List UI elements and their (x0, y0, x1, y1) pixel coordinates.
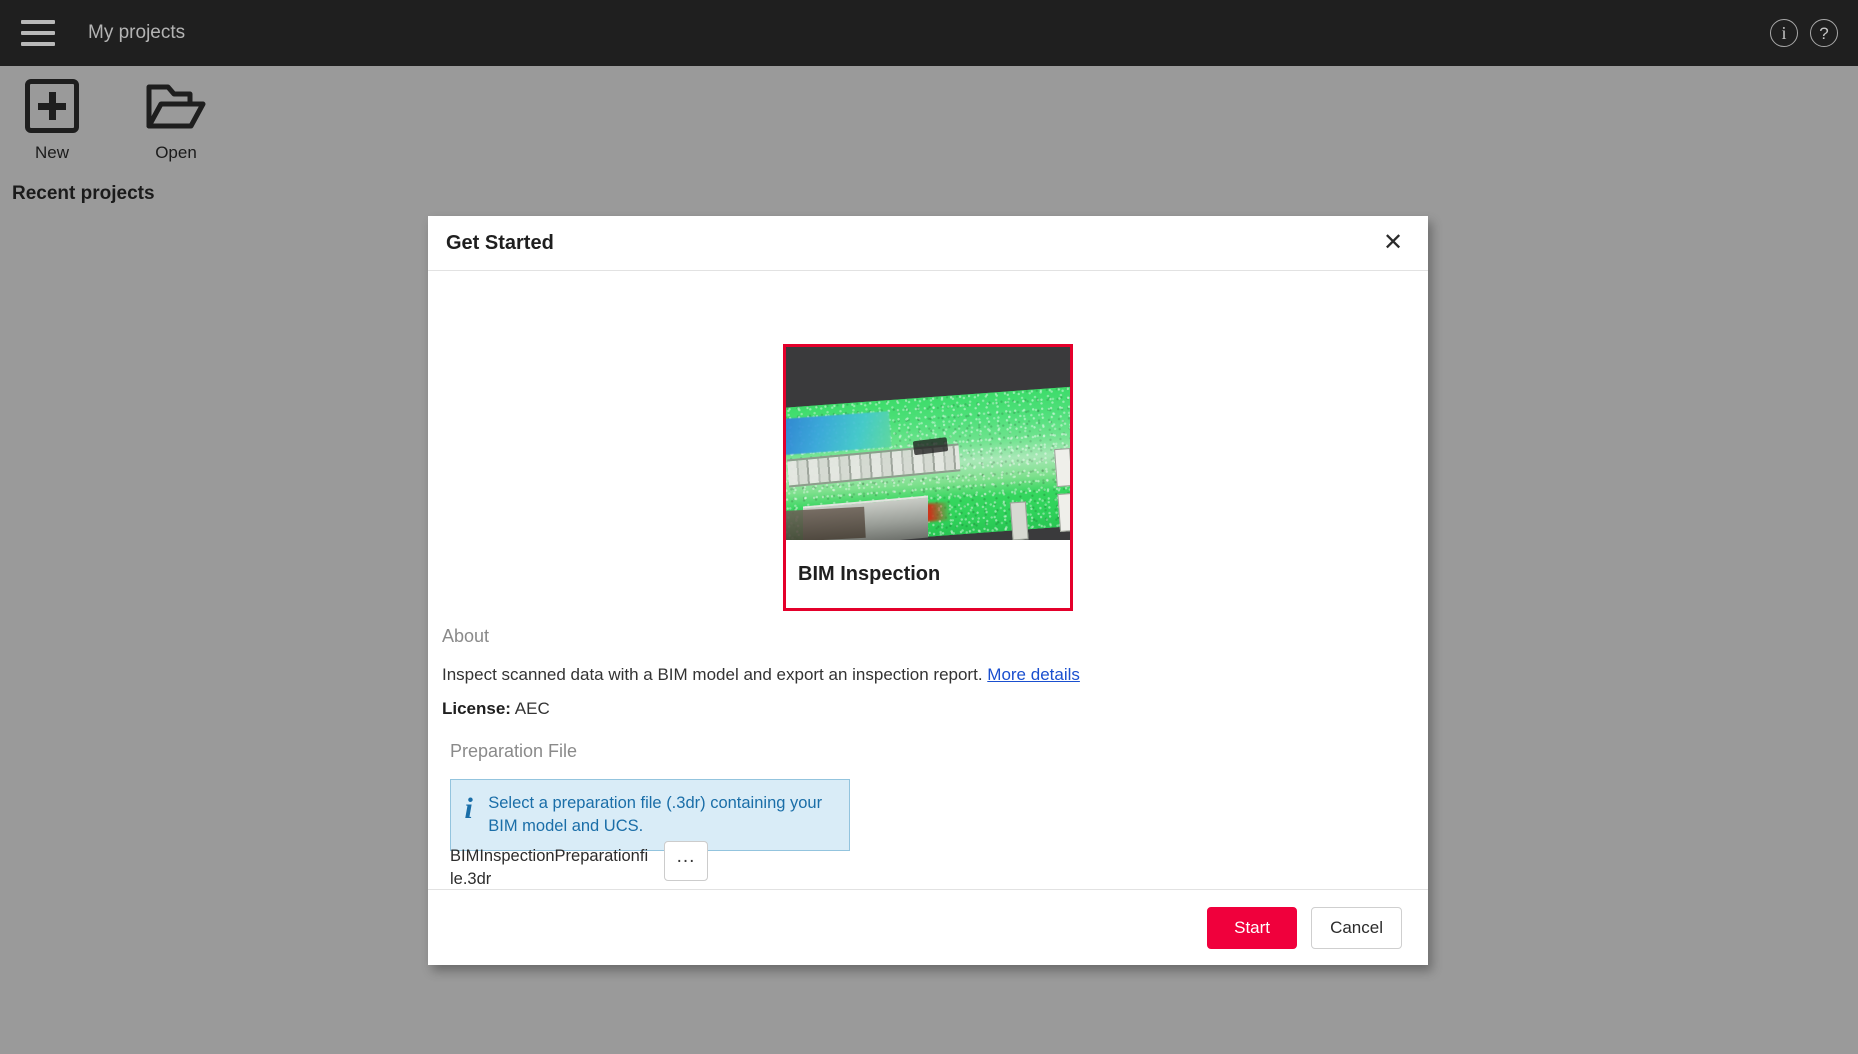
preparation-file-section: Preparation File i Select a preparation … (450, 741, 1390, 851)
new-project-label: New (35, 143, 69, 163)
preparation-file-row: BIMInspectionPreparationfile.3dr ... (450, 841, 708, 889)
license-value: AEC (515, 699, 550, 718)
license-row: License: AEC (442, 699, 1402, 719)
workflow-thumbnail (786, 347, 1070, 540)
info-icon[interactable]: i (1770, 19, 1798, 47)
recent-projects-heading: Recent projects (12, 183, 155, 205)
dialog-header: Get Started ✕ (428, 216, 1428, 271)
app-header-bar: My projects i ? (0, 0, 1858, 66)
preparation-file-infobox: i Select a preparation file (.3dr) conta… (450, 779, 850, 851)
pointcloud-door (1057, 493, 1070, 532)
preparation-file-name: BIMInspectionPreparationfile.3dr (450, 841, 650, 889)
workspace: New Open Recent projects Get Started ✕ (0, 66, 1858, 1054)
hamburger-menu-icon[interactable] (21, 20, 55, 46)
new-plus-icon (25, 75, 79, 137)
app-title: My projects (88, 22, 185, 44)
about-heading: About (442, 626, 1402, 647)
open-project-button[interactable]: Open (136, 75, 216, 163)
browse-file-button[interactable]: ... (664, 841, 708, 881)
open-project-label: Open (155, 143, 197, 163)
open-folder-icon (145, 75, 207, 137)
hamburger-line (21, 31, 55, 35)
about-description-row: Inspect scanned data with a BIM model an… (442, 665, 1402, 685)
license-label: License: (442, 699, 511, 718)
project-toolbar: New Open (12, 75, 216, 163)
close-icon[interactable]: ✕ (1376, 226, 1410, 260)
about-section: About Inspect scanned data with a BIM mo… (442, 626, 1402, 719)
cancel-button[interactable]: Cancel (1311, 907, 1402, 949)
info-icon: i (463, 792, 474, 824)
workflow-card-label: BIM Inspection (786, 540, 1070, 608)
pointcloud-door (1010, 502, 1029, 540)
dialog-title: Get Started (446, 232, 554, 255)
pointcloud-ground (786, 507, 866, 540)
hamburger-line (21, 42, 55, 46)
new-project-button[interactable]: New (12, 75, 92, 163)
preparation-file-info-text: Select a preparation file (.3dr) contain… (488, 792, 835, 838)
hamburger-line (21, 20, 55, 24)
pointcloud-door (1054, 448, 1070, 487)
more-details-link[interactable]: More details (987, 665, 1080, 684)
app-header-actions: i ? (1770, 19, 1838, 47)
help-icon[interactable]: ? (1810, 19, 1838, 47)
start-button[interactable]: Start (1207, 907, 1297, 949)
about-description: Inspect scanned data with a BIM model an… (442, 665, 983, 684)
workflow-card-bim-inspection[interactable]: BIM Inspection (783, 344, 1073, 611)
get-started-dialog: Get Started ✕ (428, 216, 1428, 965)
preparation-file-heading: Preparation File (450, 741, 1390, 762)
dialog-body: BIM Inspection About Inspect scanned dat… (428, 271, 1428, 889)
dialog-footer: Start Cancel (428, 889, 1428, 965)
